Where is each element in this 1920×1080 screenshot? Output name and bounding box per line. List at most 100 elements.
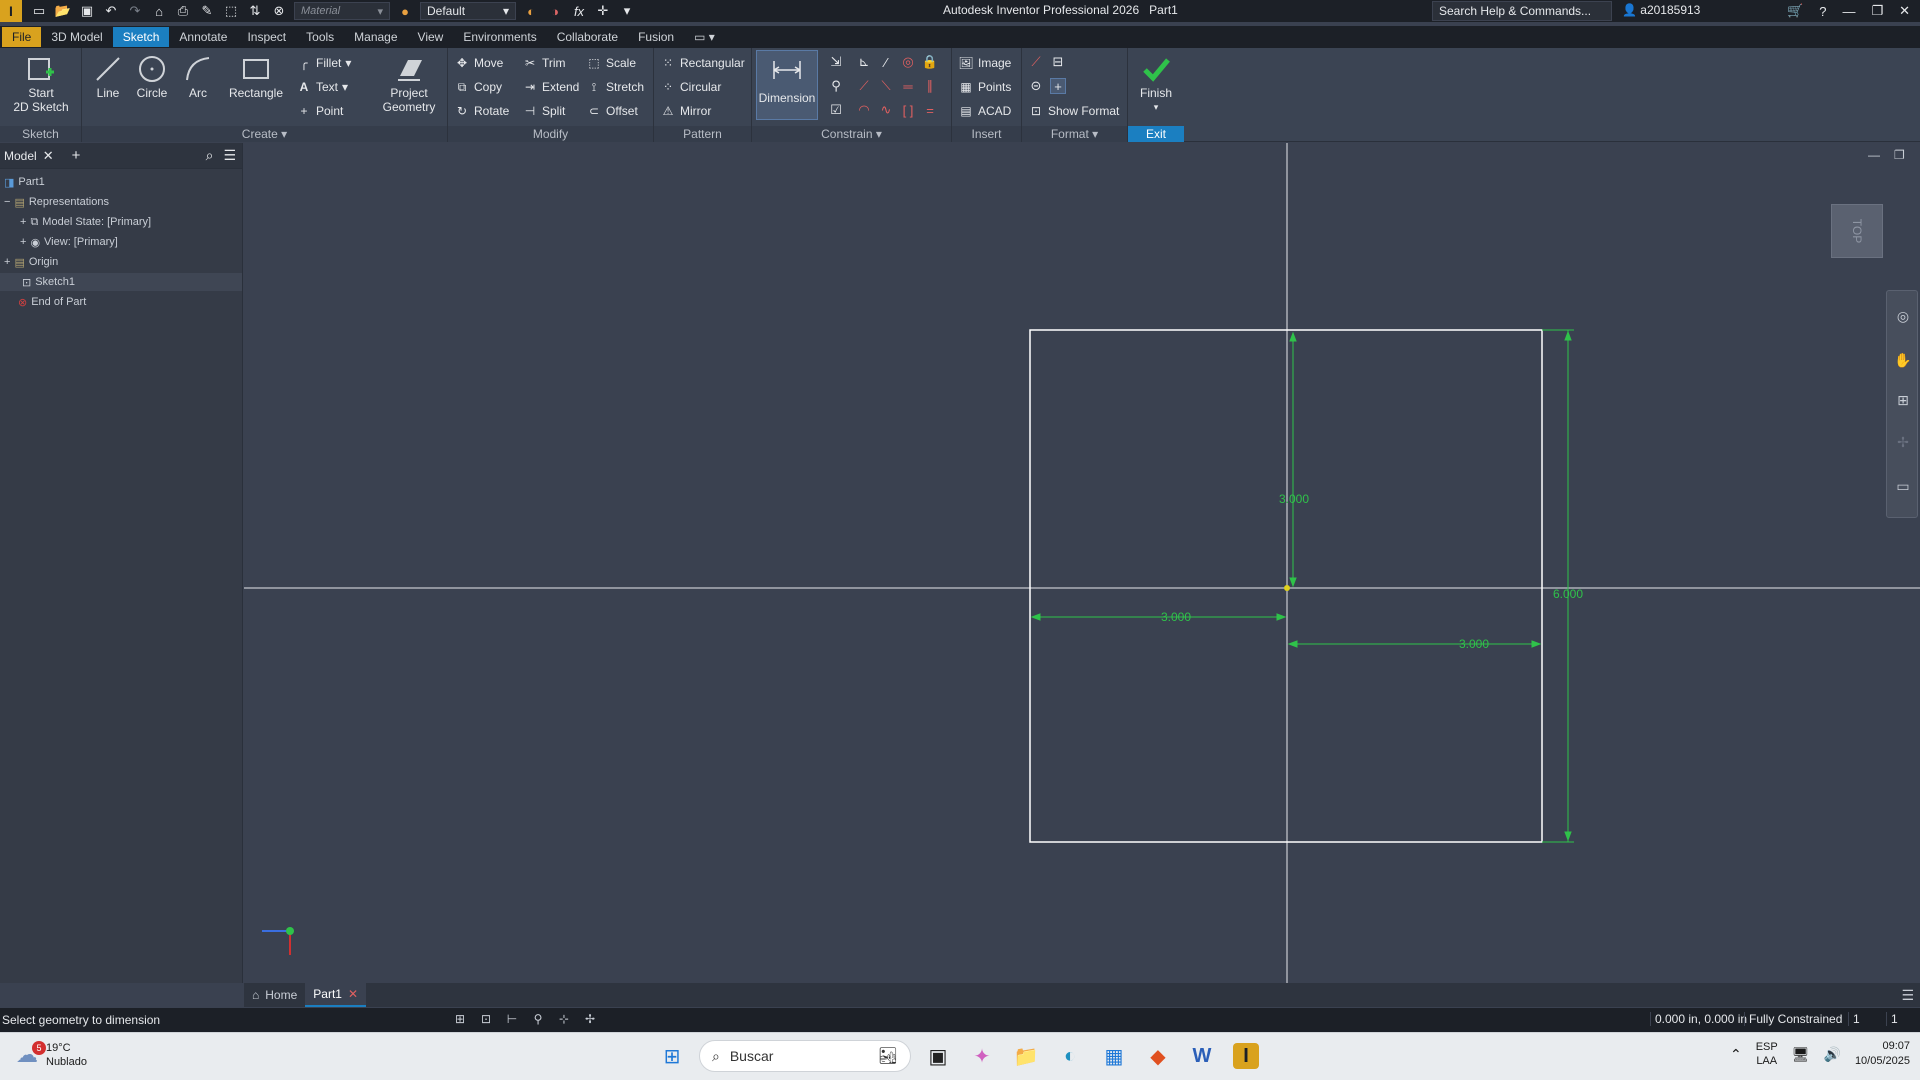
taskbar-search-input[interactable]: ⌕ Buscar 🏜 (699, 1040, 911, 1072)
inventor-taskbar-icon[interactable]: I (1233, 1043, 1259, 1069)
search-icon[interactable]: ⌕ (206, 147, 214, 164)
close-tab-icon[interactable]: ✕ (348, 987, 358, 1001)
tree-item-view[interactable]: + ◉ View: [Primary] (20, 233, 118, 251)
clock[interactable]: 09:07 10/05/2025 (1855, 1039, 1910, 1069)
tab-annotate[interactable]: Annotate (169, 27, 237, 47)
split-button[interactable]: ⊣ Split (522, 102, 566, 120)
center-point[interactable] (1284, 585, 1290, 591)
project-geometry-button[interactable]: Project Geometry (376, 52, 442, 114)
tree-item-model-state[interactable]: + ⧉ Model State: [Primary] (20, 213, 151, 231)
centerline-icon[interactable]: ⊝ (1028, 78, 1044, 94)
image-button[interactable]: 🖼 Image (958, 54, 1011, 72)
expand-icon[interactable]: + (20, 216, 26, 228)
steering-wheel-icon[interactable]: ◎ (1894, 307, 1912, 325)
move-button[interactable]: ✥ Move (454, 54, 503, 72)
minimize-icon[interactable]: — (1842, 4, 1855, 19)
tab-sketch[interactable]: Sketch (112, 27, 170, 47)
tree-item-sketch1[interactable]: ⊡ Sketch1 (0, 273, 242, 291)
stretch-button[interactable]: ⟟ Stretch (586, 78, 644, 96)
circular-pattern-button[interactable]: ⁘ Circular (660, 78, 721, 96)
parallel-constraint-icon[interactable]: ∕ (878, 54, 894, 70)
help-icon[interactable]: ? (1819, 4, 1826, 19)
measure-icon[interactable]: ✎ (198, 2, 216, 20)
dim-vertical-overall-label[interactable]: 6.000 (1553, 587, 1583, 601)
brave-browser-icon[interactable]: ◆ (1141, 1039, 1175, 1073)
ribbon-options-icon[interactable]: ▭ ▾ (684, 27, 725, 47)
material-dropdown[interactable]: Material ▾ (294, 2, 390, 20)
tab-collaborate[interactable]: Collaborate (547, 27, 628, 47)
appearance-dropdown[interactable]: Default ▾ (420, 2, 516, 20)
expand-icon[interactable]: + (4, 256, 10, 268)
copy-button[interactable]: ⧉ Copy (454, 78, 502, 96)
browser-tab-model[interactable]: Model ✕ (0, 148, 58, 164)
tree-item-representations[interactable]: − ▤ Representations (4, 193, 109, 211)
new-file-icon[interactable]: ▭ (30, 2, 48, 20)
user-account[interactable]: 👤 a20185913 (1622, 3, 1700, 17)
coincident-constraint-icon[interactable]: ⟋ (856, 78, 872, 94)
grid-snap-icon[interactable]: ⊞ (452, 1011, 468, 1027)
show-format-button[interactable]: ⊡ Show Format (1028, 102, 1119, 120)
dim-horizontal-right-label[interactable]: 3.000 (1459, 637, 1489, 651)
chevron-up-icon[interactable]: ⌃ (1730, 1046, 1742, 1063)
inventor-logo-icon[interactable]: I (0, 0, 22, 22)
customize-qat-icon[interactable]: ▾ (618, 2, 636, 20)
windows-start-icon[interactable]: ⊞ (655, 1039, 689, 1073)
snap-icon[interactable]: ✢ (582, 1011, 598, 1027)
constraint-settings-icon[interactable]: ☑ (828, 102, 844, 118)
tab-home[interactable]: ⌂ Home (244, 983, 305, 1007)
show-dof-icon[interactable]: ⚲ (530, 1011, 546, 1027)
volume-icon[interactable]: 🔊 (1824, 1046, 1841, 1063)
driven-dimension-icon[interactable]: ⊟ (1050, 54, 1066, 70)
collapse-icon[interactable]: − (4, 196, 10, 208)
task-view-icon[interactable]: ▣ (921, 1039, 955, 1073)
pan-icon[interactable]: ✋ (1894, 351, 1912, 369)
clear-appearance-icon[interactable]: ◑ (546, 2, 564, 20)
dim-horizontal-left-label[interactable]: 3.000 (1161, 610, 1191, 624)
expand-icon[interactable]: + (20, 236, 26, 248)
show-constraints-icon[interactable]: ⚲ (828, 78, 844, 94)
auto-dimension-icon[interactable]: ⇲ (828, 54, 844, 70)
constrain-panel-title[interactable]: Constrain ▾ (752, 126, 951, 142)
arc-button[interactable]: Arc (178, 52, 218, 100)
look-at-icon[interactable]: ▭ (1894, 477, 1912, 495)
collinear-constraint-icon[interactable]: ⟍ (878, 78, 894, 94)
language-indicator[interactable]: ESP LAA (1756, 1040, 1778, 1068)
print-icon[interactable]: ⎙ (174, 2, 192, 20)
rectangle-button[interactable]: Rectangle (224, 52, 288, 100)
file-explorer-icon[interactable]: 📁 (1009, 1039, 1043, 1073)
menu-icon[interactable]: ☰ (223, 147, 236, 164)
vertical-constraint-icon[interactable]: ∥ (922, 78, 938, 94)
weather-widget[interactable]: ☁ 19°C Nublado (16, 1041, 87, 1069)
network-icon[interactable]: 🖥 (1792, 1046, 1810, 1063)
help-search-input[interactable]: Search Help & Commands... (1432, 1, 1612, 21)
line-button[interactable]: Line (88, 52, 128, 100)
mirror-button[interactable]: ⚠ Mirror (660, 102, 712, 120)
concentric-constraint-icon[interactable]: ◎ (900, 54, 916, 70)
home-icon[interactable]: ⌂ (150, 2, 168, 20)
text-button[interactable]: A Text ▾ (296, 78, 348, 96)
add-tab-icon[interactable]: + (72, 147, 81, 164)
format-panel-title[interactable]: Format ▾ (1022, 126, 1127, 142)
undo-icon[interactable]: ↶ (102, 2, 120, 20)
close-icon[interactable]: ✕ (43, 148, 54, 164)
viewport-restore-icon[interactable]: ❐ (1894, 148, 1905, 162)
save-icon[interactable]: ▣ (78, 2, 96, 20)
zoom-icon[interactable]: ⊞ (1894, 391, 1912, 409)
clear-icon[interactable]: ⊗ (270, 2, 288, 20)
add-icon[interactable]: ✛ (594, 2, 612, 20)
acad-button[interactable]: ▤ ACAD (958, 102, 1011, 120)
viewport-minimize-icon[interactable]: — (1868, 148, 1880, 162)
tab-environments[interactable]: Environments (453, 27, 546, 47)
adjust-appearance-icon[interactable]: ◐ (522, 2, 540, 20)
construction-icon[interactable]: ⟋ (1028, 54, 1044, 70)
edge-browser-icon[interactable]: ◐ (1053, 1039, 1087, 1073)
tab-file[interactable]: File (2, 27, 42, 47)
viewcube[interactable]: TOP (1831, 204, 1883, 258)
horizontal-constraint-icon[interactable]: ═ (900, 78, 916, 94)
dimension-button[interactable]: Dimension (756, 50, 818, 120)
ms-store-icon[interactable]: ▦ (1097, 1039, 1131, 1073)
dimension-display-icon[interactable]: ⊢ (504, 1011, 520, 1027)
equal-constraint-icon[interactable]: = (922, 102, 938, 118)
point-button[interactable]: + Point (296, 102, 343, 120)
perpendicular-constraint-icon[interactable]: ⊾ (856, 54, 872, 70)
